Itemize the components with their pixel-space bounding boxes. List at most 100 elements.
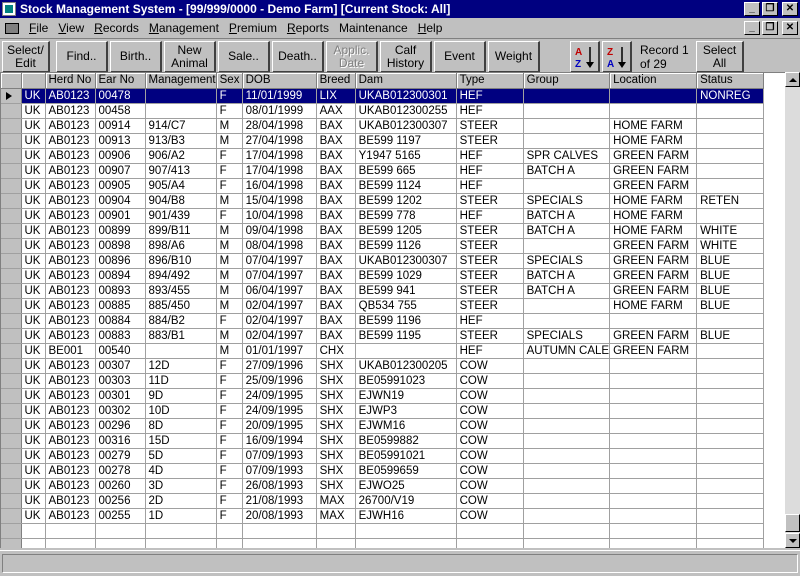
table-row[interactable]: UK AB0123 00913 913/B3 M 27/04/1998 BAX BE599 1… — [1, 133, 765, 149]
table-row[interactable]: UK AB0123 00899 899/B11 M 09/04/1998 BAX BE599 … — [1, 223, 765, 239]
table-row[interactable]: UK AB0123 00307 12D F 27/09/1996 SHX UKAB012300… — [1, 358, 765, 374]
table-cell[interactable]: 906/A2 — [145, 148, 217, 164]
table-cell[interactable]: SPECIALS — [523, 328, 611, 344]
table-row[interactable]: UK AB0123 00278 4D F 07/09/1993 SHX BE0599659 CO… — [1, 463, 765, 479]
table-cell[interactable]: STEER — [456, 223, 524, 239]
table-cell[interactable]: BE599 1029 — [355, 268, 457, 284]
menu-management[interactable]: Management — [144, 21, 224, 35]
table-row[interactable]: UK BE001 00540 M 01/01/1997 CHX HEF AUTUMN CALE… — [1, 343, 765, 359]
table-cell[interactable]: F — [216, 88, 243, 104]
table-cell[interactable] — [696, 148, 765, 164]
table-cell[interactable]: 885/450 — [145, 298, 217, 314]
table-cell[interactable]: 00885 — [95, 298, 146, 314]
table-cell[interactable] — [523, 298, 611, 314]
row-selector[interactable] — [1, 448, 22, 464]
table-cell[interactable] — [145, 343, 217, 359]
table-cell[interactable]: 00279 — [95, 448, 146, 464]
table-cell[interactable]: 00905 — [95, 178, 146, 194]
table-cell[interactable]: 00303 — [95, 373, 146, 389]
table-cell[interactable]: SHX — [316, 433, 356, 449]
table-cell[interactable]: 20/09/1995 — [242, 418, 317, 434]
table-cell[interactable] — [523, 358, 611, 374]
table-cell[interactable]: HEF — [456, 103, 524, 119]
row-selector[interactable] — [1, 493, 22, 509]
table-cell[interactable]: STEER — [456, 298, 524, 314]
table-cell[interactable]: NONREG — [696, 88, 765, 104]
table-cell[interactable]: 07/09/1993 — [242, 448, 317, 464]
table-cell[interactable] — [696, 133, 765, 149]
table-row[interactable]: UK AB0123 00260 3D F 26/08/1993 SHX EJWO25 COW — [1, 478, 765, 494]
row-selector[interactable] — [1, 298, 22, 314]
table-cell[interactable]: COW — [456, 358, 524, 374]
table-cell[interactable]: F — [216, 508, 243, 524]
table-cell[interactable]: UK — [21, 373, 46, 389]
table-cell[interactable] — [609, 448, 698, 464]
table-cell[interactable]: SHX — [316, 388, 356, 404]
table-cell[interactable] — [21, 523, 46, 539]
table-cell[interactable] — [242, 538, 317, 548]
table-cell[interactable] — [355, 343, 457, 359]
table-cell[interactable]: M — [216, 343, 243, 359]
table-cell[interactable]: HEF — [456, 163, 524, 179]
calf-history-button[interactable]: Calf History — [380, 41, 432, 73]
table-cell[interactable]: 00260 — [95, 478, 146, 494]
table-cell[interactable] — [696, 373, 765, 389]
table-cell[interactable]: 898/A6 — [145, 238, 217, 254]
table-cell[interactable] — [609, 463, 698, 479]
table-cell[interactable] — [456, 538, 524, 548]
table-row[interactable]: UK AB0123 00906 906/A2 F 17/04/1998 BAX Y1947 5… — [1, 148, 765, 164]
table-cell[interactable]: UK — [21, 208, 46, 224]
table-cell[interactable]: BLUE — [696, 253, 765, 269]
row-selector[interactable] — [1, 478, 22, 494]
table-cell[interactable]: BAX — [316, 193, 356, 209]
table-cell[interactable]: 00307 — [95, 358, 146, 374]
table-cell[interactable] — [696, 418, 765, 434]
table-cell[interactable]: 02/04/1997 — [242, 313, 317, 329]
table-cell[interactable] — [355, 523, 457, 539]
table-cell[interactable]: 00316 — [95, 433, 146, 449]
table-cell[interactable]: EJWO25 — [355, 478, 457, 494]
table-cell[interactable]: EJWM16 — [355, 418, 457, 434]
table-cell[interactable]: M — [216, 253, 243, 269]
table-cell[interactable]: F — [216, 493, 243, 509]
table-cell[interactable]: AB0123 — [45, 478, 96, 494]
stock-grid[interactable]: Herd No Ear No Management Sex DOB Breed Dam Typ… — [0, 72, 785, 548]
table-cell[interactable] — [696, 433, 765, 449]
table-cell[interactable]: 00907 — [95, 163, 146, 179]
table-row[interactable]: UK AB0123 00478 F 11/01/1999 LIX UKAB012300301… — [1, 88, 765, 104]
column-header[interactable]: DOB — [242, 73, 317, 89]
event-button[interactable]: Event — [434, 41, 486, 73]
table-cell[interactable]: AB0123 — [45, 103, 96, 119]
table-cell[interactable]: AB0123 — [45, 313, 96, 329]
table-cell[interactable]: UK — [21, 268, 46, 284]
table-cell[interactable] — [609, 373, 698, 389]
table-cell[interactable] — [145, 103, 217, 119]
table-cell[interactable]: AB0123 — [45, 328, 96, 344]
app-icon[interactable] — [2, 2, 16, 16]
row-selector[interactable] — [1, 523, 22, 539]
table-cell[interactable]: F — [216, 148, 243, 164]
table-cell[interactable]: M — [216, 223, 243, 239]
table-cell[interactable]: AB0123 — [45, 373, 96, 389]
row-selector[interactable] — [1, 463, 22, 479]
table-cell[interactable]: UK — [21, 223, 46, 239]
column-header[interactable]: Herd No — [45, 73, 96, 89]
table-cell[interactable]: 02/04/1997 — [242, 298, 317, 314]
table-cell[interactable]: F — [216, 313, 243, 329]
table-cell[interactable]: HEF — [456, 148, 524, 164]
table-cell[interactable] — [696, 358, 765, 374]
table-cell[interactable]: COW — [456, 448, 524, 464]
table-cell[interactable]: 00256 — [95, 493, 146, 509]
table-cell[interactable]: GREEN FARM — [609, 343, 698, 359]
table-cell[interactable]: UK — [21, 343, 46, 359]
row-selector[interactable] — [1, 283, 22, 299]
table-cell[interactable]: 00899 — [95, 223, 146, 239]
table-cell[interactable] — [523, 118, 611, 134]
table-cell[interactable]: 00278 — [95, 463, 146, 479]
row-selector[interactable] — [1, 103, 22, 119]
table-cell[interactable]: M — [216, 283, 243, 299]
table-cell[interactable]: UK — [21, 88, 46, 104]
table-row[interactable]: UK AB0123 00901 901/439 F 10/04/1998 BAX BE599 … — [1, 208, 765, 224]
table-cell[interactable]: STEER — [456, 283, 524, 299]
table-cell[interactable] — [456, 523, 524, 539]
